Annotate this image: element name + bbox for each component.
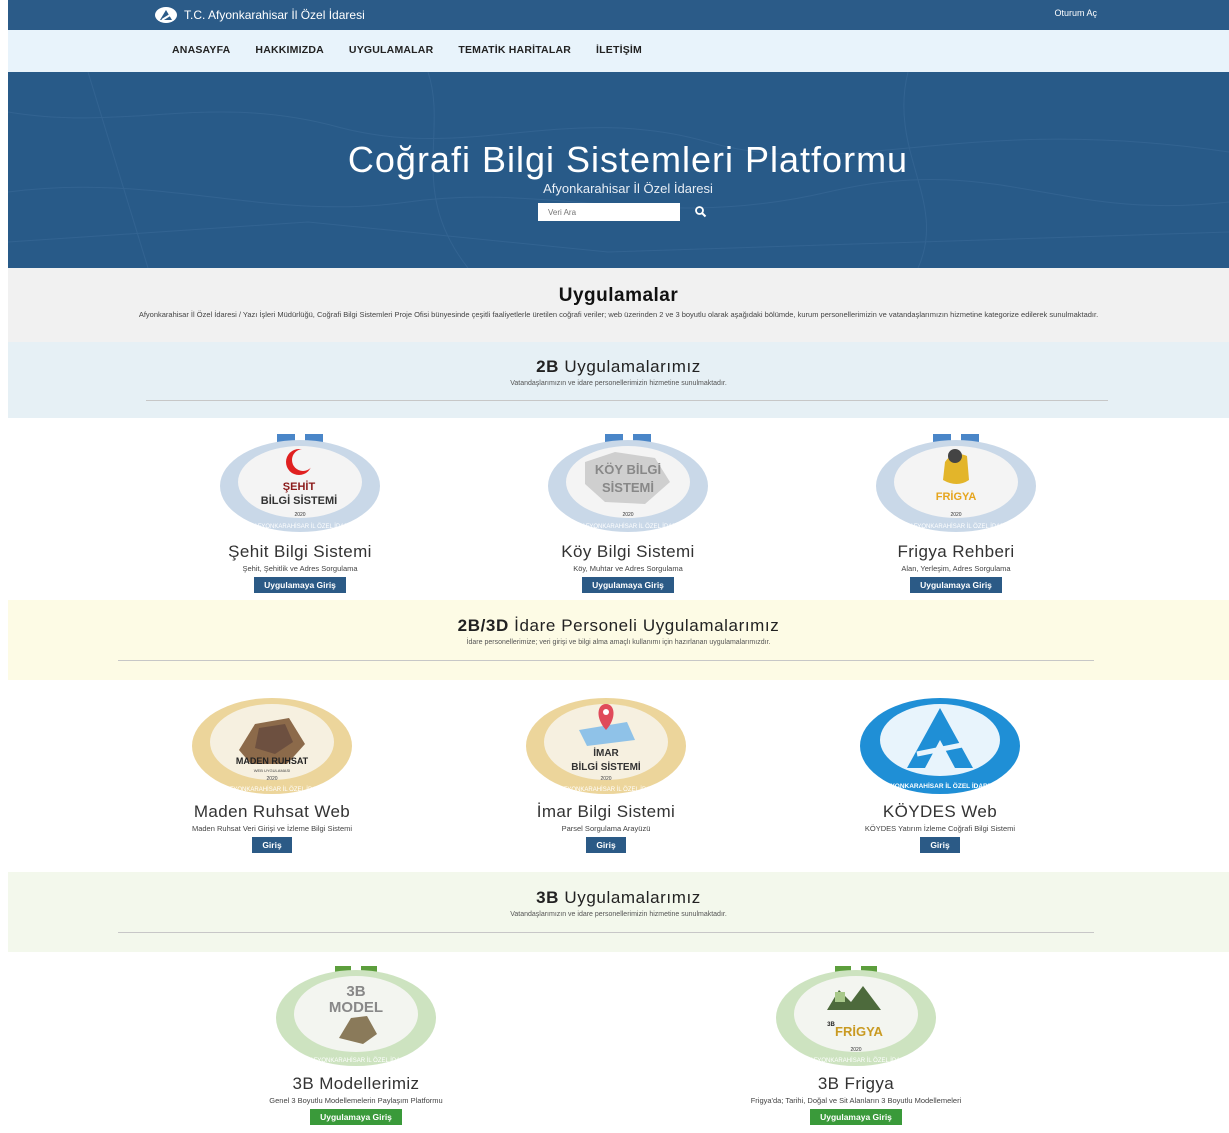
card-title: Köy Bilgi Sistemi [561,542,695,561]
card-description: Parsel Sorgulama Arayüzü [561,824,651,833]
card-title: KÖYDES Web [882,802,998,821]
enter-app-button[interactable]: Uygulamaya Giriş [910,577,1002,593]
app-card-3b-model: 3B MODEL T.C. AFYONKARAHİSAR İL ÖZEL İDA… [206,966,506,1125]
svg-text:SİSTEMİ: SİSTEMİ [602,480,654,495]
card-description: Şehit, Şehitlik ve Adres Sorgulama [242,564,358,573]
card-title: Maden Ruhsat Web [193,802,351,821]
enter-app-button[interactable]: Uygulamaya Giriş [254,577,346,593]
app-card-koydes: AFYONKARAHİSAR İL ÖZEL İDARESİ KÖYDES We… [790,694,1090,853]
koy-badge-icon[interactable]: KÖY BİLGİ SİSTEMİ 2020 T.C. AFYONKARAHİS… [545,432,711,538]
hero-title: Coğrafi Bilgi Sistemleri Platformu [347,139,909,180]
3b-model-badge-icon[interactable]: 3B MODEL T.C. AFYONKARAHİSAR İL ÖZEL İDA… [273,966,439,1070]
svg-text:WEB UYGULAMASI: WEB UYGULAMASI [254,768,290,773]
nav-item-applications[interactable]: UYGULAMALAR [349,44,433,56]
hero-banner: Coğrafi Bilgi Sistemleri Platformu Afyon… [8,72,1229,268]
brand-name: T.C. Afyonkarahisar İl Özel İdaresi [184,8,365,22]
section-2b-title: 2B Uygulamalarımız [536,357,701,376]
hero-subtitle: Afyonkarahisar İl Özel İdaresi [543,181,713,196]
nav-item-contact[interactable]: İLETİŞİM [596,44,642,56]
svg-text:FRİGYA: FRİGYA [835,1024,884,1039]
svg-text:T.C. AFYONKARAHİSAR İL ÖZEL İD: T.C. AFYONKARAHİSAR İL ÖZEL İDARESİ [798,1057,915,1064]
app-card-koy: KÖY BİLGİ SİSTEMİ 2020 T.C. AFYONKARAHİS… [478,432,778,593]
card-description: Frigya'da; Tarihi, Doğal ve Sit Alanları… [750,1096,962,1105]
divider [146,400,1108,401]
svg-text:BİLGİ SİSTEMİ: BİLGİ SİSTEMİ [261,494,337,507]
app-card-3b-frigya: 3B FRİGYA 2020 T.C. AFYONKARAHİSAR İL ÖZ… [706,966,1006,1125]
card-title: 3B Modellerimiz [292,1074,420,1093]
app-card-imar: İMAR BİLGİ SİSTEMİ 2020 T.C. AFYONKARAHİ… [456,694,756,853]
enter-app-button[interactable]: Uygulamaya Giriş [810,1109,902,1125]
section-3b-title: 3B Uygulamalarımız [536,888,701,907]
card-title: İmar Bilgi Sistemi [536,802,676,821]
enter-button[interactable]: Giriş [252,837,292,853]
login-link[interactable]: Oturum Aç [1054,8,1097,18]
nav-item-home[interactable]: ANASAYFA [172,44,230,56]
svg-text:İMAR: İMAR [593,746,619,759]
svg-text:2020: 2020 [850,1047,861,1053]
applications-description: Afyonkarahisar İl Özel İdaresi / Yazı İş… [138,310,1099,319]
3b-frigya-badge-icon[interactable]: 3B FRİGYA 2020 T.C. AFYONKARAHİSAR İL ÖZ… [773,966,939,1070]
svg-text:2020: 2020 [600,776,611,782]
svg-text:MADEN RUHSAT: MADEN RUHSAT [236,756,309,766]
svg-text:2020: 2020 [266,776,277,782]
svg-text:3B: 3B [346,983,365,1000]
app-card-maden: MADEN RUHSAT WEB UYGULAMASI 2020 T.C. AF… [122,694,422,853]
card-description: Köy, Muhtar ve Adres Sorgulama [573,564,683,573]
svg-text:T.C. AFYONKARAHİSAR İL ÖZEL İD: T.C. AFYONKARAHİSAR İL ÖZEL İDARESİ [298,1057,415,1064]
card-description: KÖYDES Yatırım İzleme Coğrafi Bilgi Sist… [864,824,1016,833]
svg-text:T.C. AFYONKARAHİSAR İL ÖZEL İD: T.C. AFYONKARAHİSAR İL ÖZEL İDARESİ [214,786,331,793]
svg-text:ŞEHİT: ŞEHİT [283,480,316,493]
section-3b-subtitle: Vatandaşlarımızın ve idare personellerim… [510,911,727,918]
section-staff-title: 2B/3D İdare Personeli Uygulamalarımız [457,616,780,635]
imar-badge-icon[interactable]: İMAR BİLGİ SİSTEMİ 2020 T.C. AFYONKARAHİ… [523,694,689,798]
nav-item-about[interactable]: HAKKIMIZDA [255,44,324,56]
top-bar: T.C. Afyonkarahisar İl Özel İdaresi Otur… [8,0,1229,30]
svg-text:2020: 2020 [294,512,305,518]
section-staff-subtitle: İdare personellerimize; veri girişi ve b… [466,639,771,646]
divider [118,932,1094,933]
svg-text:T.C. AFYONKARAHİSAR İL ÖZEL İD: T.C. AFYONKARAHİSAR İL ÖZEL İDARESİ [898,523,1015,530]
card-description: Genel 3 Boyutlu Modellemelerin Paylaşım … [269,1096,443,1105]
search-icon[interactable] [692,203,710,221]
koydes-badge-icon[interactable]: AFYONKARAHİSAR İL ÖZEL İDARESİ [857,694,1023,798]
section-staff-header: 2B/3D İdare Personeli Uygulamalarımız İd… [8,600,1229,680]
frigya-badge-icon[interactable]: FRİGYA 2020 T.C. AFYONKARAHİSAR İL ÖZEL … [873,432,1039,538]
search-input[interactable] [538,203,680,221]
card-description: Alan, Yerleşim, Adres Sorgulama [901,564,1011,573]
sehit-badge-icon[interactable]: ŞEHİT BİLGİ SİSTEMİ 2020 T.C. AFYONKARAH… [217,432,383,538]
svg-text:2020: 2020 [950,512,961,518]
enter-button[interactable]: Giriş [920,837,960,853]
logo-icon [155,7,177,23]
section-3b-header: 3B Uygulamalarımız Vatandaşlarımızın ve … [8,872,1229,952]
card-title: Şehit Bilgi Sistemi [228,542,372,561]
svg-text:AFYONKARAHİSAR İL ÖZEL İDARESİ: AFYONKARAHİSAR İL ÖZEL İDARESİ [882,781,999,790]
app-card-sehit: ŞEHİT BİLGİ SİSTEMİ 2020 T.C. AFYONKARAH… [150,432,450,593]
applications-intro: Uygulamalar Afyonkarahisar İl Özel İdare… [8,268,1229,342]
svg-text:T.C. AFYONKARAHİSAR İL ÖZEL İD: T.C. AFYONKARAHİSAR İL ÖZEL İDARESİ [570,523,687,530]
main-nav: ANASAYFA HAKKIMIZDA UYGULAMALAR TEMATİK … [8,30,1229,72]
svg-text:MODEL: MODEL [329,999,383,1016]
enter-button[interactable]: Giriş [586,837,626,853]
svg-text:KÖY BİLGİ: KÖY BİLGİ [595,462,661,477]
svg-text:FRİGYA: FRİGYA [936,490,977,503]
maden-badge-icon[interactable]: MADEN RUHSAT WEB UYGULAMASI 2020 T.C. AF… [189,694,355,798]
svg-text:T.C. AFYONKARAHİSAR İL ÖZEL İD: T.C. AFYONKARAHİSAR İL ÖZEL İDARESİ [242,523,359,530]
section-2b-subtitle: Vatandaşlarımızın ve idare personellerim… [510,380,727,387]
app-card-frigya: FRİGYA 2020 T.C. AFYONKARAHİSAR İL ÖZEL … [806,432,1106,593]
applications-title: Uygulamalar [558,285,679,306]
enter-app-button[interactable]: Uygulamaya Giriş [582,577,674,593]
nav-item-thematic-maps[interactable]: TEMATİK HARİTALAR [458,44,571,56]
brand[interactable]: T.C. Afyonkarahisar İl Özel İdaresi [154,6,365,24]
divider [118,660,1094,661]
svg-text:2020: 2020 [622,512,633,518]
card-title: Frigya Rehberi [897,542,1015,561]
svg-text:T.C. AFYONKARAHİSAR İL ÖZEL İD: T.C. AFYONKARAHİSAR İL ÖZEL İDARESİ [548,786,665,793]
card-title: 3B Frigya [817,1074,895,1093]
svg-text:BİLGİ SİSTEMİ: BİLGİ SİSTEMİ [571,760,641,773]
enter-app-button[interactable]: Uygulamaya Giriş [310,1109,402,1125]
section-2b-header: 2B Uygulamalarımız Vatandaşlarımızın ve … [8,342,1229,418]
card-description: Maden Ruhsat Veri Girişi ve İzleme Bilgi… [191,824,353,833]
